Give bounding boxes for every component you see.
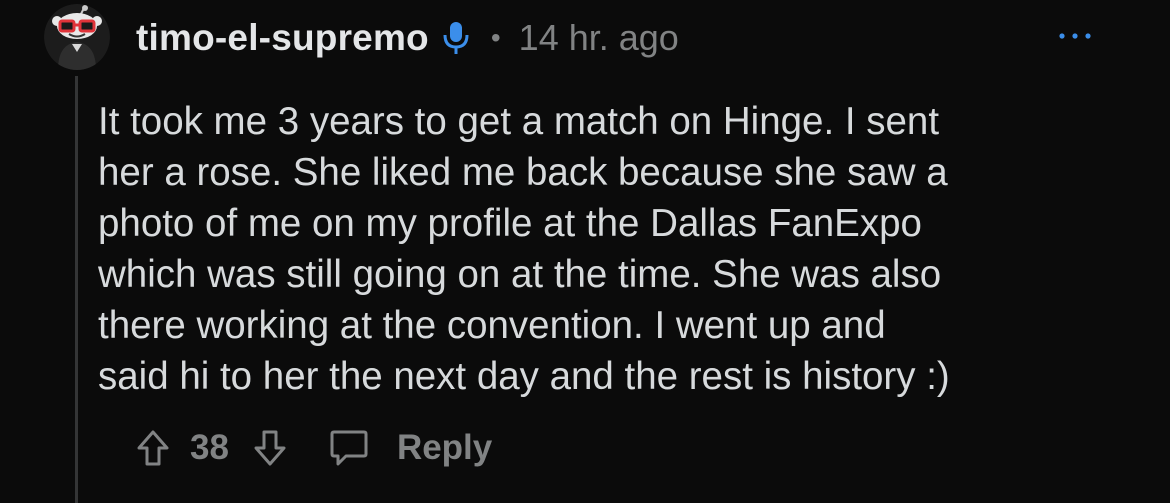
comment-body-line: her a rose. She liked me back because sh… [98,151,948,194]
more-options-button[interactable] [1055,24,1095,48]
comment-timestamp: 14 hr. ago [518,17,679,58]
separator-dot: • [490,22,501,53]
comment-body-line: photo of me on my profile at the Dallas … [98,202,922,245]
comment-bubble-icon [330,430,368,466]
arrow-down-icon [254,430,286,466]
comment-header: timo-el-supremo • 14 hr. ago [136,12,679,64]
comment-body: It took me 3 years to get a match on Hin… [98,96,1108,402]
arrow-up-icon [137,430,169,466]
comment-thread-line[interactable] [75,76,78,503]
upvote-button[interactable] [136,429,170,467]
comment-body-line: It took me 3 years to get a match on Hin… [98,100,940,143]
more-options-icon [1059,33,1091,39]
downvote-button[interactable] [253,429,287,467]
comment-body-line: which was still going on at the time. Sh… [98,253,942,296]
vote-count: 38 [190,428,229,467]
user-avatar[interactable] [44,4,110,70]
reply-button[interactable]: Reply [329,428,492,468]
microphone-icon [443,21,469,55]
reply-label: Reply [396,428,493,467]
comment-actions: 38 Reply [136,420,492,476]
comment-body-line: said hi to her the next day and the rest… [98,355,950,398]
comment-body-line: there working at the convention. I went … [98,304,886,347]
username-link[interactable]: timo-el-supremo [136,17,429,59]
snoo-avatar-icon [44,4,110,70]
